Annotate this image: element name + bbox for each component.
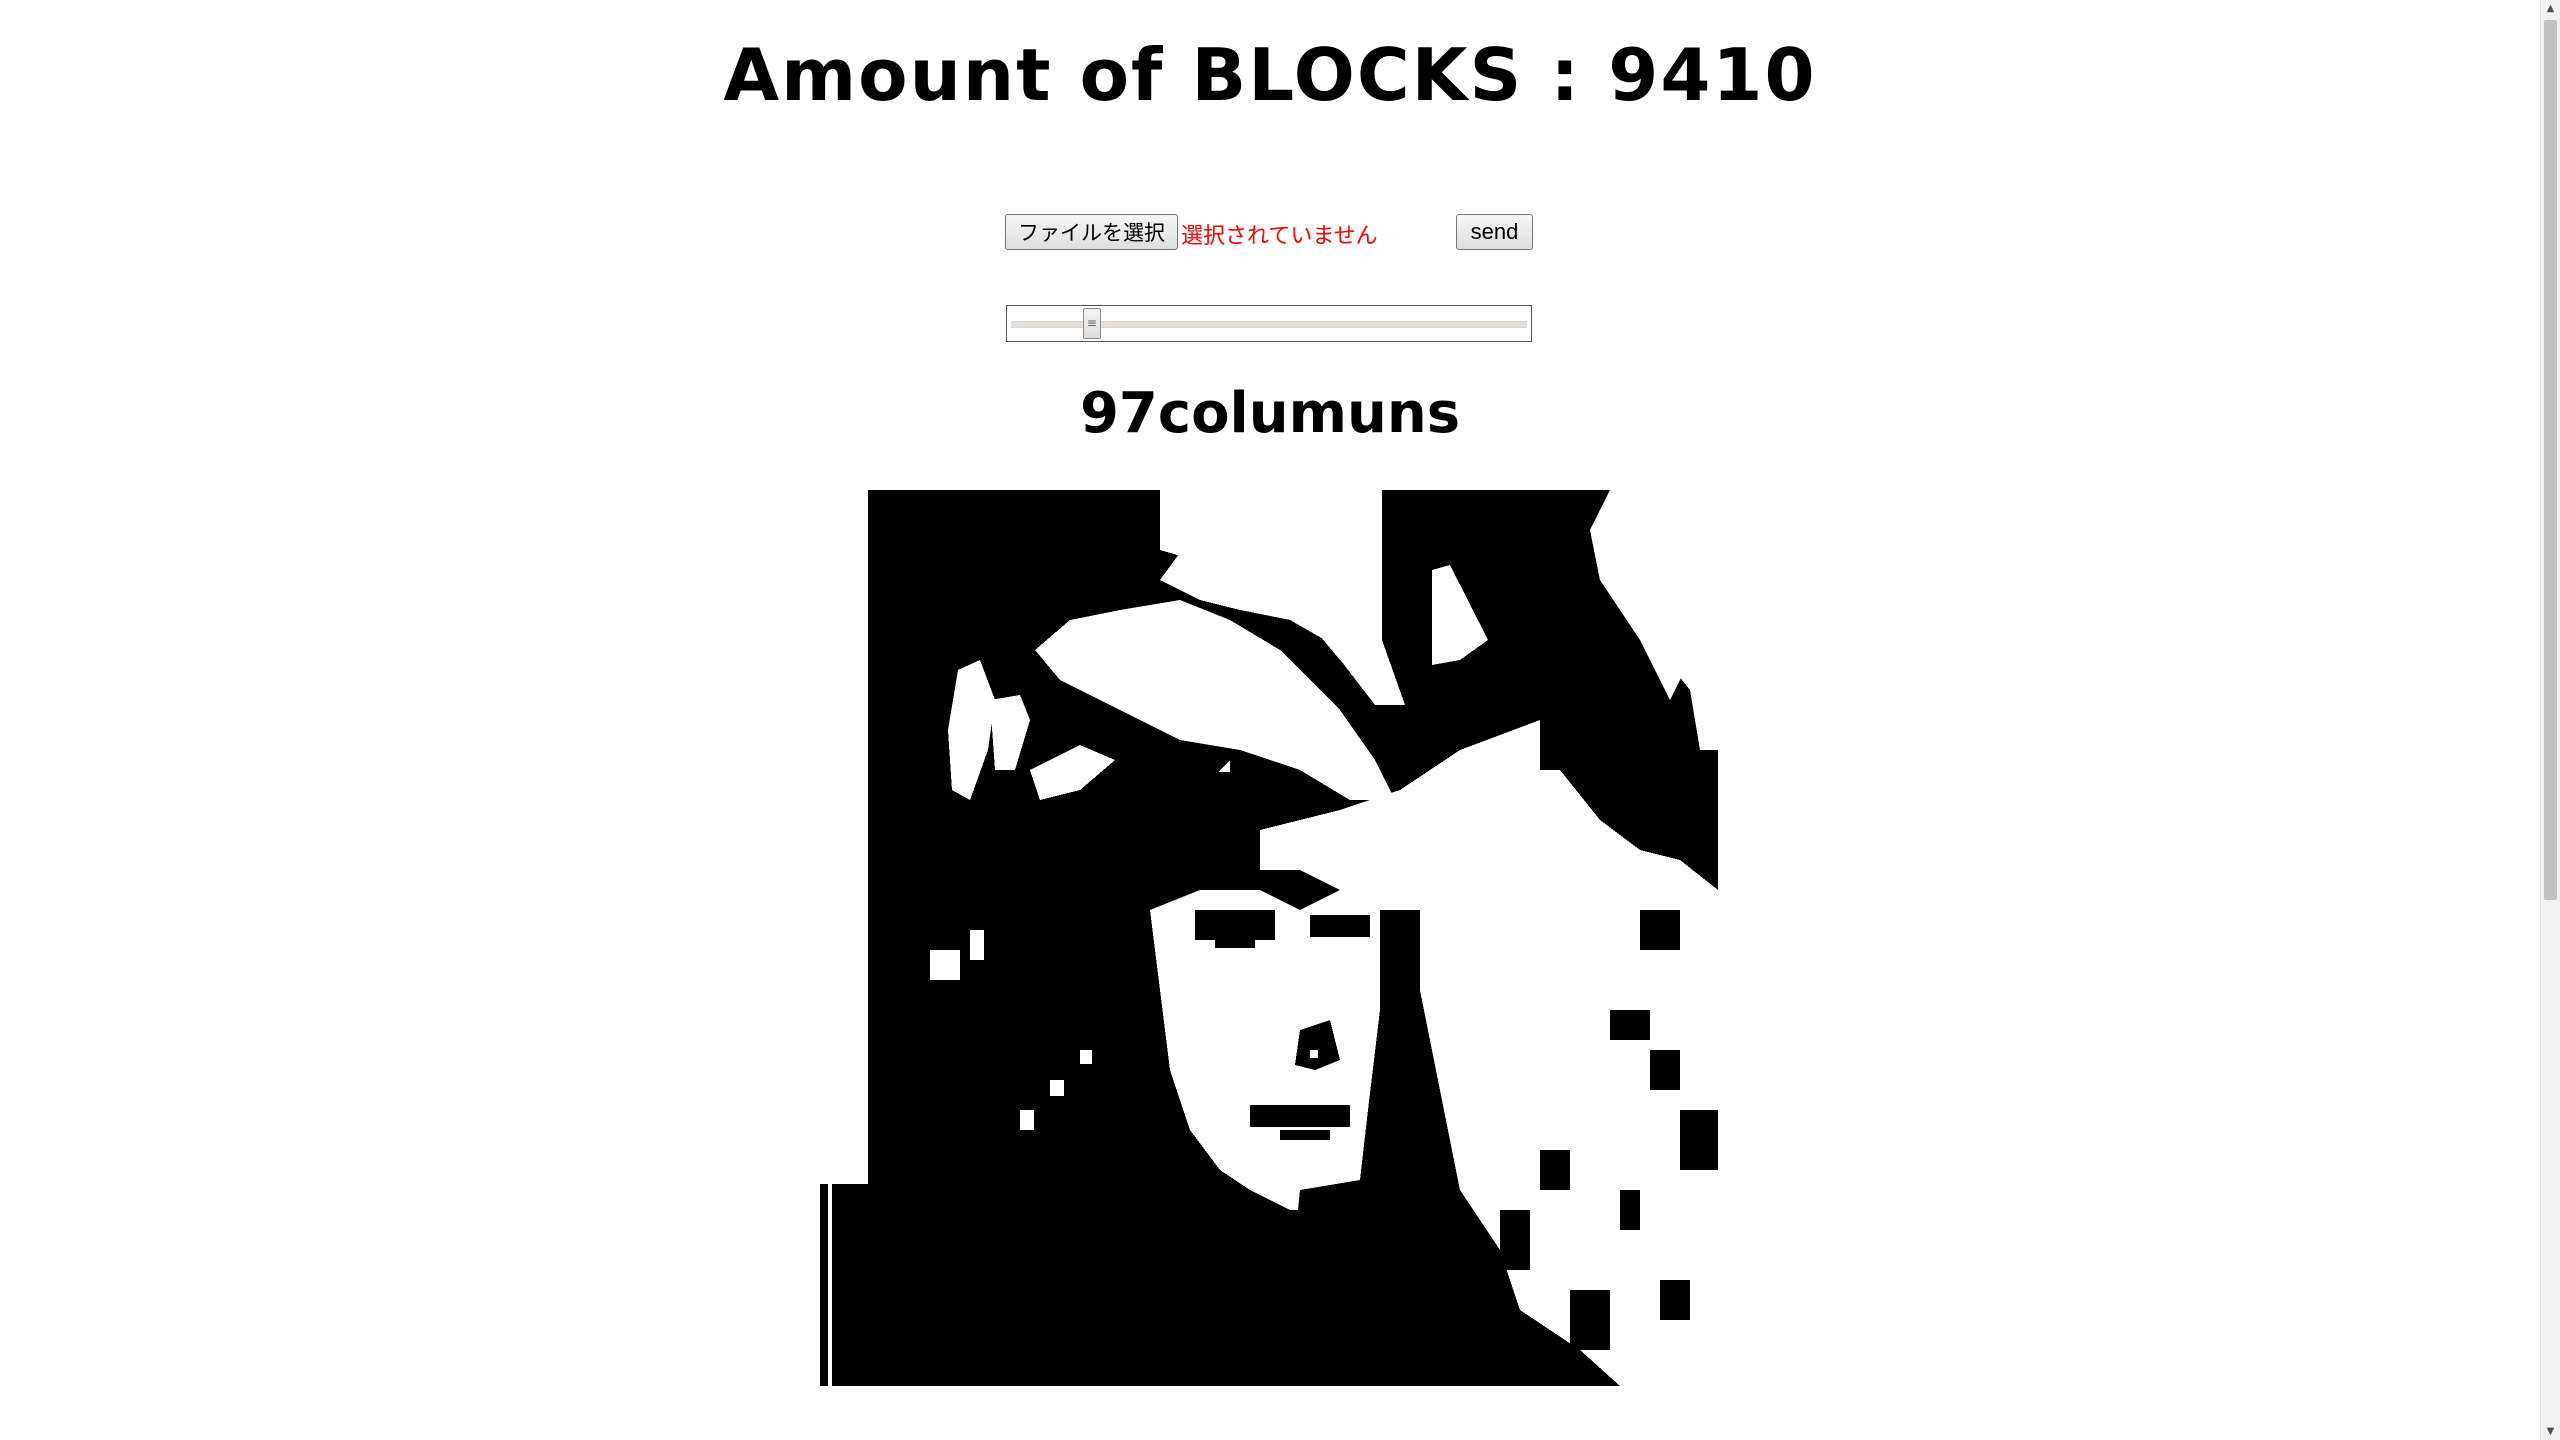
page-title: Amount of BLOCKS : 9410 [723,33,1817,117]
send-button[interactable]: send [1456,214,1533,250]
scrollbar-thumb[interactable] [2544,20,2557,900]
slider-thumb[interactable]: ≡ [1082,308,1101,339]
vertical-scrollbar[interactable]: ▲ ▼ [2540,0,2560,1440]
page: Amount of BLOCKS : 9410 ファイルを選択 選択されていませ… [0,0,2560,1440]
file-select-button[interactable]: ファイルを選択 [1005,214,1178,250]
upload-form: ファイルを選択 選択されていません send [1005,214,1535,252]
scroll-down-icon[interactable]: ▼ [2541,1423,2560,1440]
scroll-up-icon[interactable]: ▲ [2541,0,2560,17]
file-status-text: 選択されていません [1181,224,1378,249]
columns-count-label: 97columuns [1079,381,1461,446]
columns-slider[interactable]: ≡ [1006,305,1532,342]
block-mosaic-image [820,490,1718,1386]
